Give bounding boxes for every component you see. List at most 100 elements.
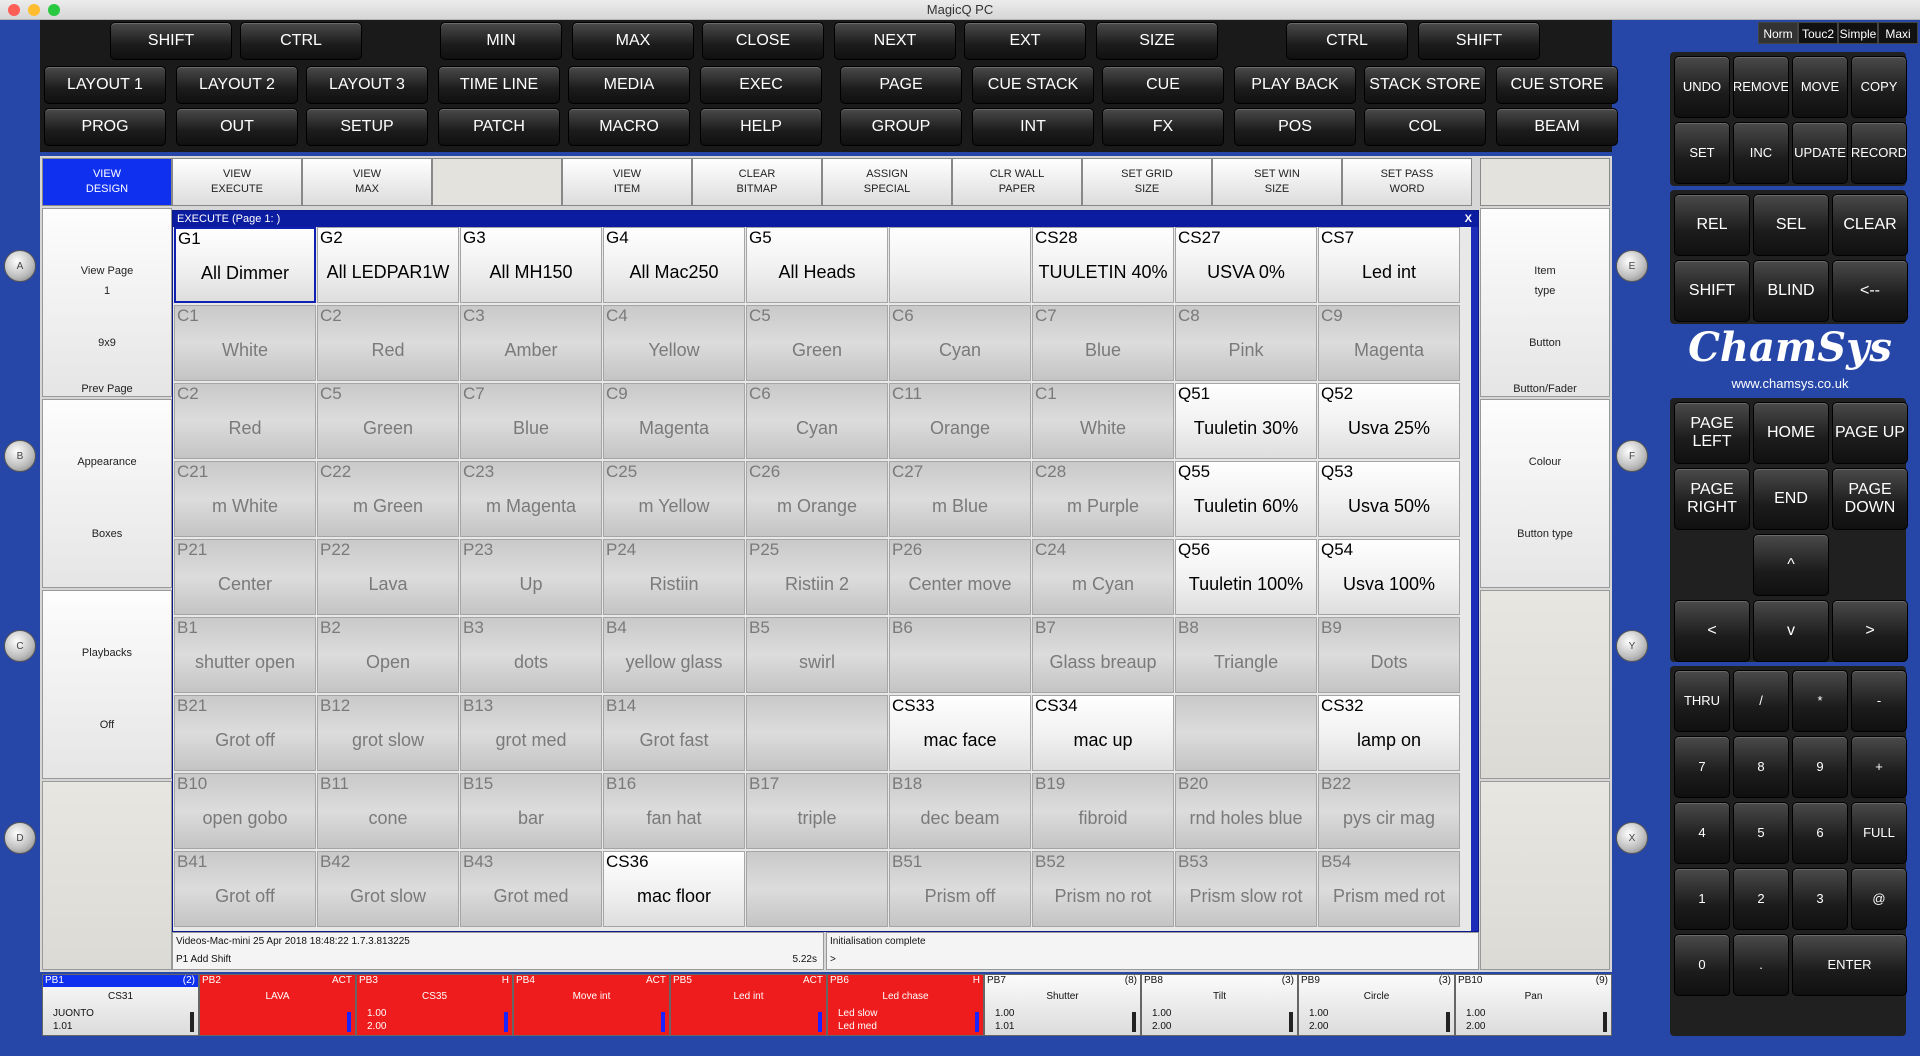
execute-cell[interactable]: C28 m Purple (1032, 461, 1174, 537)
top-max-button[interactable]: MAX (572, 22, 694, 60)
stack-group-button[interactable]: GROUP (840, 108, 962, 146)
keypad-copy-button[interactable]: COPY (1851, 56, 1907, 118)
encoder-knob-c[interactable]: C (4, 630, 36, 662)
mode-maxi[interactable]: Maxi (1878, 22, 1918, 44)
execute-cell[interactable]: B54 Prism med rot (1318, 851, 1460, 927)
top-close-button[interactable]: CLOSE (702, 22, 824, 60)
encoder-knob-x[interactable]: X (1616, 822, 1648, 854)
execute-cell[interactable]: Q52 Usva 25% (1318, 383, 1460, 459)
execute-cell[interactable]: G1 All Dimmer (174, 227, 316, 303)
playback-pb6[interactable]: PB6 H Led chase Led slow Led med (827, 974, 984, 1036)
execute-cell[interactable]: P23 Up (460, 539, 602, 615)
top-min-button[interactable]: MIN (440, 22, 562, 60)
execute-cell[interactable]: B18 dec beam (889, 773, 1031, 849)
execute-cell[interactable]: B17 triple (746, 773, 888, 849)
top-ext-button[interactable]: EXT (964, 22, 1086, 60)
window-layout-1-button[interactable]: LAYOUT 1 (44, 66, 166, 104)
top-shift-button[interactable]: SHIFT (110, 22, 232, 60)
playback-fader-bar[interactable] (1603, 1012, 1607, 1032)
playback-fader-bar[interactable] (504, 1012, 508, 1032)
execute-cell[interactable]: B43 Grot med (460, 851, 602, 927)
execute-cell[interactable]: C5 Green (317, 383, 459, 459)
window-out-button[interactable]: OUT (176, 108, 298, 146)
keypad-up-arrow-button[interactable]: ^ (1753, 534, 1829, 596)
execute-cell[interactable]: B13 grot med (460, 695, 602, 771)
playback-pb9[interactable]: PB9 (3) Circle 1.00 2.00 (1298, 974, 1455, 1036)
playback-fader-bar[interactable] (347, 1012, 351, 1032)
stack-beam-button[interactable]: BEAM (1496, 108, 1618, 146)
keypad-2-button[interactable]: 2 (1733, 868, 1789, 930)
encoder-knob-a[interactable]: A (4, 250, 36, 282)
view-button-clr-wall-paper[interactable]: CLR WALL PAPER (952, 158, 1082, 206)
execute-cell[interactable]: C9 Magenta (603, 383, 745, 459)
close-window-icon[interactable] (8, 4, 20, 16)
execute-cell[interactable]: C2 Red (174, 383, 316, 459)
execute-cell[interactable]: C2 Red (317, 305, 459, 381)
left-soft-button-3[interactable]: Playbacks Off (42, 590, 172, 779)
mode-simple[interactable]: Simple (1838, 22, 1878, 44)
execute-cell[interactable]: Q55 Tuuletin 60% (1175, 461, 1317, 537)
execute-cell[interactable]: B22 pys cir mag (1318, 773, 1460, 849)
playback-fader-bar[interactable] (818, 1012, 822, 1032)
keypad-7-button[interactable]: 7 (1674, 736, 1730, 798)
execute-cell[interactable]: B15 bar (460, 773, 602, 849)
keypad-right-arrow-button[interactable]: > (1832, 600, 1908, 662)
stack-play-back-button[interactable]: PLAY BACK (1234, 66, 1356, 104)
mode-norm[interactable]: Norm (1758, 22, 1798, 44)
stack-col-button[interactable]: COL (1364, 108, 1486, 146)
keypad-8-button[interactable]: 8 (1733, 736, 1789, 798)
execute-cell[interactable]: B12 grot slow (317, 695, 459, 771)
keypad-update-button[interactable]: UPDATE (1792, 122, 1848, 184)
execute-cell[interactable]: C6 Cyan (889, 305, 1031, 381)
execute-cell[interactable]: B11 cone (317, 773, 459, 849)
execute-cell[interactable]: C5 Green (746, 305, 888, 381)
stack-cue-store-button[interactable]: CUE STORE (1496, 66, 1618, 104)
playback-fader-bar[interactable] (1289, 1012, 1293, 1032)
window-time-line-button[interactable]: TIME LINE (438, 66, 560, 104)
right-soft-button-1[interactable]: Item type Button Button/Fader (1480, 208, 1610, 397)
execute-cell[interactable]: B10 open gobo (174, 773, 316, 849)
execute-cell[interactable]: B16 fan hat (603, 773, 745, 849)
top-shift-button[interactable]: SHIFT (1418, 22, 1540, 60)
keypad-backspace-button[interactable]: <-- (1832, 260, 1908, 322)
top-ctrl-button[interactable]: CTRL (240, 22, 362, 60)
execute-cell[interactable]: B52 Prism no rot (1032, 851, 1174, 927)
execute-cell[interactable]: C1 White (1032, 383, 1174, 459)
execute-cell[interactable]: G5 All Heads (746, 227, 888, 303)
keypad-at-button[interactable]: @ (1851, 868, 1907, 930)
keypad-5-button[interactable]: 5 (1733, 802, 1789, 864)
playback-fader-bar[interactable] (661, 1012, 665, 1032)
top-size-button[interactable]: SIZE (1096, 22, 1218, 60)
execute-cell[interactable]: B53 Prism slow rot (1175, 851, 1317, 927)
encoder-knob-f[interactable]: F (1616, 440, 1648, 472)
execute-cell[interactable]: CS27 USVA 0% (1175, 227, 1317, 303)
keypad-page-left-button[interactable]: PAGE LEFT (1674, 402, 1750, 464)
keypad-plus-button[interactable]: + (1851, 736, 1907, 798)
keypad-page-down-button[interactable]: PAGE DOWN (1832, 468, 1908, 530)
keypad-end-button[interactable]: END (1753, 468, 1829, 530)
window-layout-3-button[interactable]: LAYOUT 3 (306, 66, 428, 104)
window-macro-button[interactable]: MACRO (568, 108, 690, 146)
execute-cell[interactable]: B7 Glass breaup (1032, 617, 1174, 693)
execute-cell[interactable]: B4 yellow glass (603, 617, 745, 693)
top-next-button[interactable]: NEXT (834, 22, 956, 60)
keypad-inc-button[interactable]: INC (1733, 122, 1789, 184)
playback-pb4[interactable]: PB4 ACT Move int (513, 974, 670, 1036)
window-layout-2-button[interactable]: LAYOUT 2 (176, 66, 298, 104)
left-soft-button-4[interactable] (42, 781, 172, 970)
execute-cell[interactable]: G3 All MH150 (460, 227, 602, 303)
execute-cell[interactable]: B20 rnd holes blue (1175, 773, 1317, 849)
execute-cell[interactable]: Q53 Usva 50% (1318, 461, 1460, 537)
playback-pb1[interactable]: PB1 (2) CS31 JUONTO 1.01 (42, 974, 199, 1036)
playback-fader-bar[interactable] (1446, 1012, 1450, 1032)
execute-cell[interactable]: CS36 mac floor (603, 851, 745, 927)
execute-cell[interactable]: B8 Triangle (1175, 617, 1317, 693)
keypad-divide-button[interactable]: / (1733, 670, 1789, 732)
view-button-set-grid-size[interactable]: SET GRID SIZE (1082, 158, 1212, 206)
encoder-knob-y[interactable]: Y (1616, 630, 1648, 662)
keypad-1-button[interactable]: 1 (1674, 868, 1730, 930)
encoder-knob-b[interactable]: B (4, 440, 36, 472)
keypad-page-up-button[interactable]: PAGE UP (1832, 402, 1908, 464)
execute-cell[interactable]: C22 m Green (317, 461, 459, 537)
execute-cell[interactable]: B6 (889, 617, 1031, 693)
